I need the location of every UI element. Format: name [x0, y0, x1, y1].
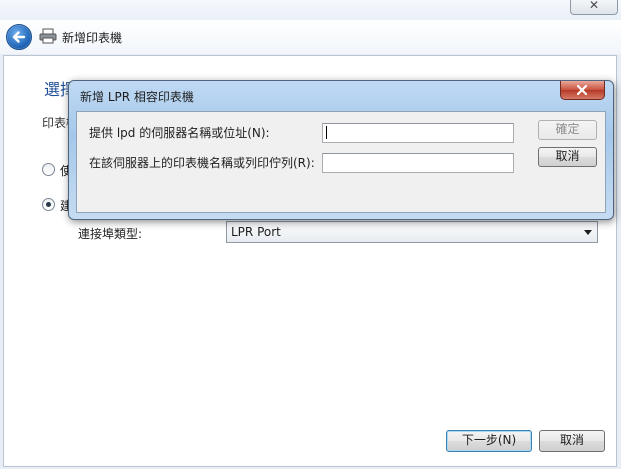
wizard-cancel-button[interactable]: 取消: [539, 430, 605, 452]
ok-button[interactable]: 確定: [538, 120, 597, 140]
chevron-down-icon: [584, 230, 592, 235]
window-title-bar: ✕: [0, 0, 621, 20]
server-name-label: 提供 lpd 的伺服器名稱或位址(N):: [89, 126, 270, 140]
back-button[interactable]: [6, 24, 32, 50]
text-caret: [326, 126, 327, 139]
use-existing-port-radio[interactable]: [42, 163, 55, 176]
printer-icon: [39, 28, 57, 44]
port-type-label: 連接埠類型:: [78, 227, 143, 241]
server-name-input[interactable]: [322, 123, 514, 143]
create-new-port-radio[interactable]: [42, 198, 55, 211]
port-type-value: LPR Port: [231, 225, 281, 239]
next-button[interactable]: 下一步(N): [446, 430, 532, 452]
close-icon: [577, 85, 587, 95]
queue-name-label: 在該伺服器上的印表機名稱或列印佇列(R):: [89, 156, 315, 170]
wizard-nav-bar: 新增印表機: [0, 20, 621, 54]
dialog-title: 新增 LPR 相容印表機: [80, 90, 194, 104]
window-close-button[interactable]: ✕: [570, 0, 618, 15]
port-type-select[interactable]: LPR Port: [226, 221, 598, 243]
dialog-cancel-button[interactable]: 取消: [538, 147, 597, 167]
dialog-close-button[interactable]: [560, 81, 605, 100]
lpr-printer-dialog: 新增 LPR 相容印表機 提供 lpd 的伺服器名稱或位址(N): 在該伺服器上…: [68, 80, 614, 220]
window-title: 新增印表機: [62, 31, 123, 45]
dialog-body: 提供 lpd 的伺服器名稱或位址(N): 在該伺服器上的印表機名稱或列印佇列(R…: [76, 111, 606, 213]
back-arrow-icon: [12, 31, 26, 43]
queue-name-input[interactable]: [322, 153, 514, 173]
